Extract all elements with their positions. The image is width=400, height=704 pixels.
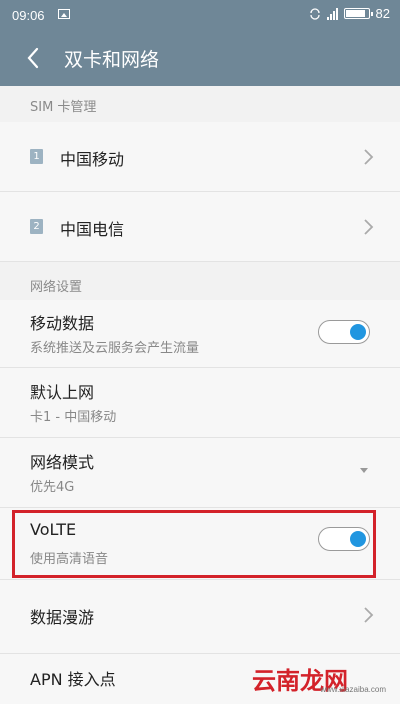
battery-level: 82	[375, 6, 390, 21]
section-header-sim-label: SIM 卡管理	[30, 100, 97, 115]
chevron-right-icon	[364, 607, 374, 623]
battery-icon	[343, 8, 373, 19]
section-header-network-label: 网络设置	[30, 280, 83, 295]
mobile-data-toggle[interactable]	[318, 320, 370, 344]
page-title: 双卡和网络	[64, 49, 160, 71]
network-mode-row[interactable]: 网络模式 优先4G	[0, 438, 400, 508]
chevron-right-icon	[364, 149, 374, 165]
apn-label: APN 接入点	[30, 670, 116, 689]
chevron-right-icon	[364, 219, 374, 235]
default-data-sub: 卡1 - 中国移动	[30, 410, 117, 425]
default-data-label: 默认上网	[30, 383, 95, 402]
mobile-data-row[interactable]: 移动数据 系统推送及云服务会产生流量	[0, 300, 400, 368]
title-bar: 双卡和网络	[0, 30, 400, 86]
status-right: 82	[309, 6, 390, 21]
sim-2-badge-icon: 2	[30, 219, 43, 234]
sim-item-2[interactable]: 2 中国电信	[0, 192, 400, 262]
watermark-logo: 云南龙网 www.xiazaiba.com	[252, 656, 392, 696]
toggle-knob	[350, 531, 366, 547]
watermark-url: www.xiazaiba.com	[320, 685, 386, 694]
default-data-row[interactable]: 默认上网 卡1 - 中国移动	[0, 368, 400, 438]
back-arrow-icon[interactable]	[22, 44, 46, 72]
data-roaming-label: 数据漫游	[30, 608, 95, 627]
section-header-network: 网络设置	[0, 266, 400, 302]
signal-icon	[326, 7, 338, 20]
dropdown-caret-icon	[360, 468, 368, 473]
volte-row[interactable]: VoLTE 使用高清语音	[0, 508, 400, 580]
mobile-data-label: 移动数据	[30, 314, 95, 333]
image-notification-icon	[58, 9, 70, 19]
sync-icon	[309, 7, 320, 20]
sim-1-badge-icon: 1	[30, 149, 43, 164]
toggle-knob	[350, 324, 366, 340]
volte-toggle[interactable]	[318, 527, 370, 551]
sim-item-1[interactable]: 1 中国移动	[0, 122, 400, 192]
mobile-data-sub: 系统推送及云服务会产生流量	[30, 341, 200, 356]
volte-label: VoLTE	[30, 520, 77, 539]
phone-screen: 09:06 82 双卡和网络 SIM 卡管理 1 中国移动 2 中国电信 网络设…	[0, 0, 400, 704]
volte-sub: 使用高清语音	[30, 552, 109, 567]
status-time: 09:06	[12, 8, 45, 23]
sim-item-2-label: 中国电信	[60, 220, 125, 239]
status-bar: 09:06 82	[0, 0, 400, 30]
sim-item-1-label: 中国移动	[60, 150, 125, 169]
network-mode-sub: 优先4G	[30, 480, 75, 495]
section-header-sim: SIM 卡管理	[0, 86, 400, 122]
data-roaming-row[interactable]: 数据漫游	[0, 580, 400, 654]
network-mode-label: 网络模式	[30, 453, 95, 472]
